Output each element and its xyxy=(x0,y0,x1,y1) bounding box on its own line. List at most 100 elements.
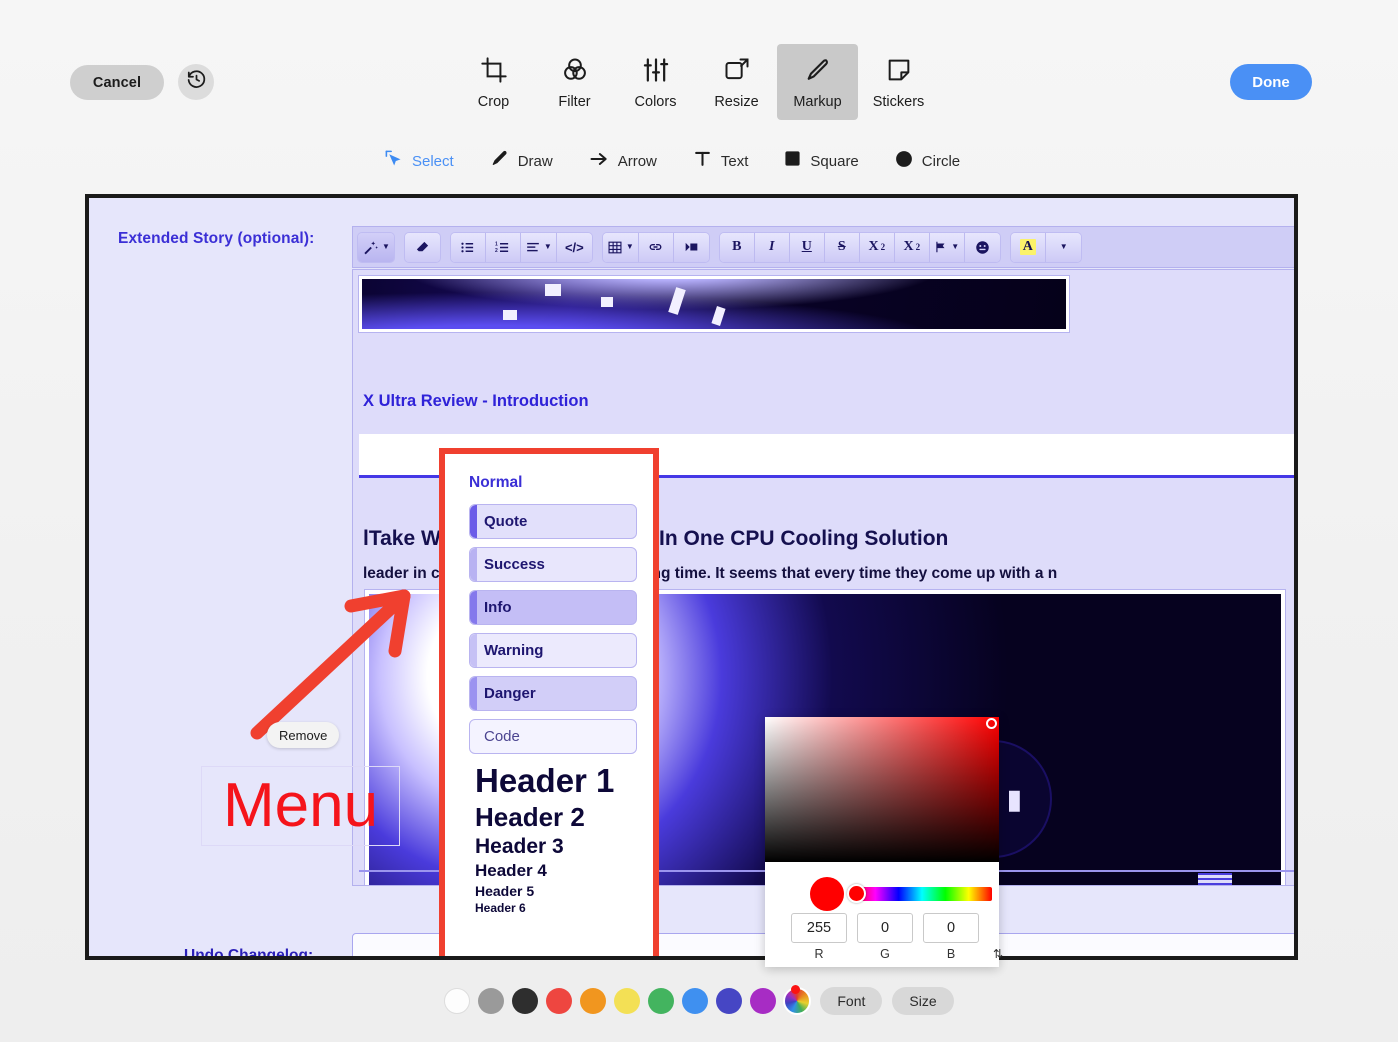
stepper-updown-icon[interactable]: ⇅ xyxy=(993,947,1003,961)
dropdown-item-header-6[interactable]: Header 6 xyxy=(475,901,637,915)
tab-stickers-label: Stickers xyxy=(872,94,925,110)
hue-slider-knob[interactable] xyxy=(847,884,866,903)
dropdown-item-warning[interactable]: Warning xyxy=(469,633,637,668)
markup-tool-circle-label: Circle xyxy=(921,152,961,170)
green-value: 0 xyxy=(880,920,890,936)
dropdown-item-quote[interactable]: Quote xyxy=(469,504,637,539)
hue-slider[interactable] xyxy=(852,887,992,901)
dropdown-item-header-5[interactable]: Header 5 xyxy=(475,883,637,899)
dropdown-item-success-label: Success xyxy=(484,556,545,573)
text-annotation[interactable]: Menu xyxy=(201,766,400,846)
sv-selector-knob[interactable] xyxy=(986,718,997,729)
tab-markup-label: Markup xyxy=(793,94,842,110)
style-bar xyxy=(470,548,477,581)
align-button[interactable]: ▼ xyxy=(520,232,557,262)
resize-icon xyxy=(723,56,751,84)
font-button[interactable]: Font xyxy=(820,987,883,1015)
dropdown-item-info[interactable]: Info xyxy=(469,590,637,625)
rgb-inputs: 255 0 0 xyxy=(791,913,979,943)
green-input[interactable]: 0 xyxy=(857,913,913,943)
tool-tabs: Crop Filter Colors Resize Markup Sticker… xyxy=(453,44,939,120)
remove-tooltip[interactable]: Remove xyxy=(267,722,340,748)
dropdown-item-header-3[interactable]: Header 3 xyxy=(475,835,637,859)
done-button[interactable]: Done xyxy=(1230,64,1312,100)
swatch-yellow[interactable] xyxy=(614,988,641,1014)
flag-button[interactable]: ▼ xyxy=(929,232,965,262)
swatch-green[interactable] xyxy=(648,988,675,1014)
table-button[interactable]: ▼ xyxy=(602,232,639,262)
swatch-blue[interactable] xyxy=(682,988,709,1014)
saturation-value-area[interactable] xyxy=(765,717,999,862)
rte-group-format: B I U S X2 X2 ▼ xyxy=(718,231,1001,263)
color-dropdown-button[interactable]: ▼ xyxy=(1045,232,1081,262)
history-revert-button[interactable] xyxy=(178,64,214,100)
dropdown-item-success[interactable]: Success xyxy=(469,547,637,582)
tab-resize[interactable]: Resize xyxy=(696,44,777,120)
subscript-button[interactable]: X2 xyxy=(894,232,930,262)
rte-group-lists: 1 2 ▼ </> xyxy=(449,231,593,263)
history-revert-icon xyxy=(186,69,207,95)
tab-colors[interactable]: Colors xyxy=(615,44,696,120)
markup-tool-circle[interactable]: Circle xyxy=(877,146,978,176)
size-button[interactable]: Size xyxy=(892,987,954,1015)
font-label: Font xyxy=(837,993,866,1009)
markup-tool-arrow[interactable]: Arrow xyxy=(571,146,675,176)
markup-tool-select[interactable]: Select xyxy=(366,146,472,176)
blue-input[interactable]: 0 xyxy=(923,913,979,943)
dropdown-item-info-label: Info xyxy=(484,599,512,616)
selection-rectangle-annotation[interactable]: Normal Quote Success Info Warning Danger… xyxy=(439,448,659,956)
swatch-orange[interactable] xyxy=(580,988,607,1014)
link-button[interactable] xyxy=(638,232,674,262)
red-value: 255 xyxy=(806,920,832,936)
tab-crop[interactable]: Crop xyxy=(453,44,534,120)
tab-filter-label: Filter xyxy=(558,94,591,110)
dropdown-item-normal[interactable]: Normal xyxy=(469,474,637,492)
swatch-indigo[interactable] xyxy=(716,988,743,1014)
ordered-list-button[interactable]: 1 2 xyxy=(485,232,521,262)
markup-tool-square[interactable]: Square xyxy=(766,146,876,176)
resize-grip[interactable] xyxy=(1198,873,1232,885)
swatch-gray[interactable] xyxy=(478,988,505,1014)
text-highlight-color-button[interactable]: A xyxy=(1010,232,1046,262)
color-bar: Font Size xyxy=(0,960,1398,1042)
editor-top-bar: Cancel Crop Filter Colors Resize Markup … xyxy=(0,0,1398,130)
pencil-icon xyxy=(490,149,509,173)
markup-tool-text[interactable]: Text xyxy=(675,146,767,176)
tab-stickers[interactable]: Stickers xyxy=(858,44,939,120)
dropdown-item-quote-label: Quote xyxy=(484,513,528,530)
swatch-white[interactable] xyxy=(444,988,471,1014)
tab-markup[interactable]: Markup xyxy=(777,44,858,120)
swatch-black[interactable] xyxy=(512,988,539,1014)
swatch-purple[interactable] xyxy=(750,988,777,1014)
custom-color-wheel-button[interactable] xyxy=(783,985,812,1015)
style-magic-wand-button[interactable]: ▼ xyxy=(358,232,394,262)
emoji-button[interactable] xyxy=(964,232,1000,262)
code-block-button[interactable]: </> xyxy=(556,232,592,262)
underline-button[interactable]: U xyxy=(789,232,825,262)
tab-filter[interactable]: Filter xyxy=(534,44,615,120)
dropdown-item-code[interactable]: Code xyxy=(469,719,637,754)
superscript-button[interactable]: X2 xyxy=(859,232,895,262)
bold-button[interactable]: B xyxy=(719,232,755,262)
rte-group-style: ▼ xyxy=(357,231,395,263)
markup-toolbar: Select Draw Arrow Text Square Circle xyxy=(366,146,978,176)
red-input[interactable]: 255 xyxy=(791,913,847,943)
markup-tool-draw[interactable]: Draw xyxy=(472,146,571,176)
cancel-button[interactable]: Cancel xyxy=(70,65,164,100)
dropdown-item-header-4[interactable]: Header 4 xyxy=(475,861,637,881)
unordered-list-button[interactable] xyxy=(450,232,486,262)
eraser-format-button[interactable] xyxy=(404,232,440,262)
media-button[interactable] xyxy=(673,232,709,262)
cursor-select-icon xyxy=(384,149,403,173)
screenshot-canvas[interactable]: Extended Story (optional): ▼ 1 2 ▼ </> ▼… xyxy=(85,194,1298,960)
dropdown-item-header-1[interactable]: Header 1 xyxy=(475,762,637,800)
strikethrough-button[interactable]: S xyxy=(824,232,860,262)
italic-button[interactable]: I xyxy=(754,232,790,262)
circle-icon xyxy=(895,150,913,173)
rgb-labels: R G B ⇅ xyxy=(791,947,1003,961)
color-picker-popup[interactable]: 255 0 0 R G B ⇅ xyxy=(765,717,1003,967)
dropdown-item-header-2[interactable]: Header 2 xyxy=(475,802,637,833)
markup-tool-select-label: Select xyxy=(412,152,454,170)
dropdown-item-danger[interactable]: Danger xyxy=(469,676,637,711)
swatch-red[interactable] xyxy=(546,988,573,1014)
